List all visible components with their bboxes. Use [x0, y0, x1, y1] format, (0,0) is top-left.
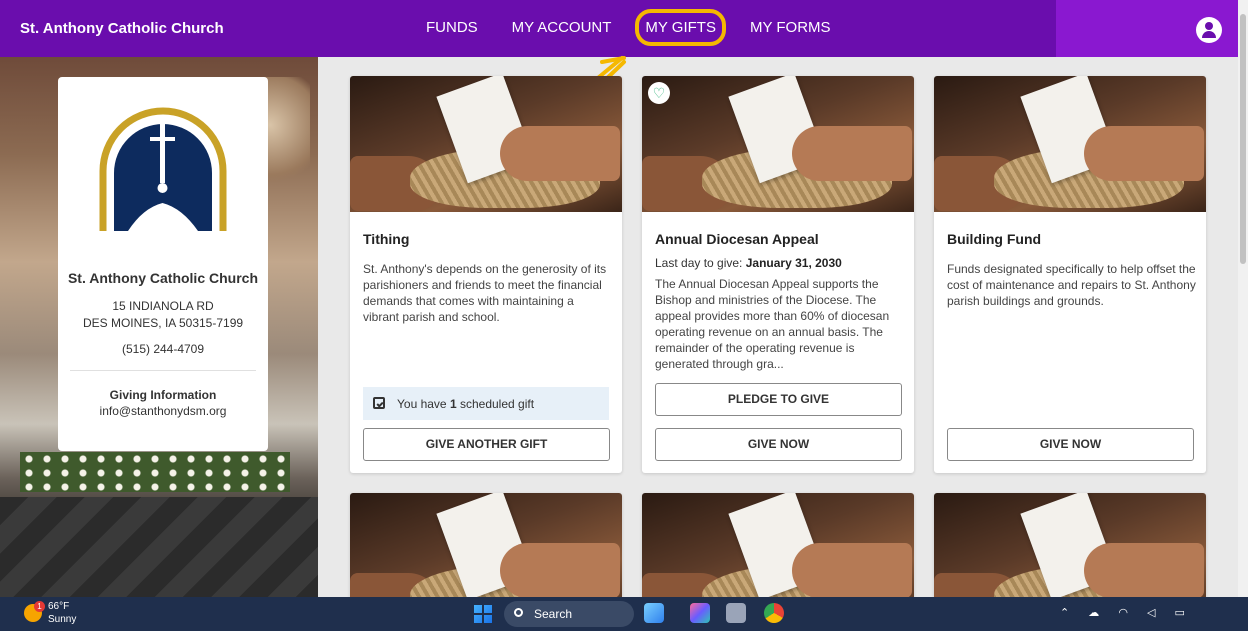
last-day-to-give: Last day to give: January 31, 2030	[655, 256, 842, 270]
fund-title: Building Fund	[947, 231, 1042, 247]
fund-photo	[934, 493, 1206, 613]
church-address-line1: 15 INDIANOLA RD	[112, 299, 214, 313]
nav-my-gifts[interactable]: MY GIFTS	[635, 9, 726, 46]
fund-title: Tithing	[363, 231, 410, 247]
last-day-label: Last day to give:	[655, 256, 746, 270]
fund-card[interactable]	[934, 493, 1206, 613]
weather-temperature[interactable]: 66°F	[48, 601, 69, 612]
scheduled-gift-notice[interactable]: You have 1 scheduled gift	[363, 387, 609, 420]
account-icon[interactable]	[1196, 17, 1222, 43]
photo-hand	[500, 126, 620, 181]
fund-description: The Annual Diocesan Appeal supports the …	[655, 277, 890, 371]
copilot-icon[interactable]	[690, 603, 710, 623]
brand-name[interactable]: St. Anthony Catholic Church	[20, 20, 224, 37]
fund-card[interactable]	[350, 493, 622, 613]
giving-info-heading: Giving Information	[109, 388, 217, 402]
nav-funds[interactable]: FUNDS	[426, 19, 478, 36]
photo-hand	[500, 543, 620, 598]
nav-my-account[interactable]: MY ACCOUNT	[512, 19, 612, 36]
church-email[interactable]: info@stanthonydsm.org	[58, 404, 268, 418]
page-scrollbar[interactable]	[1238, 0, 1248, 597]
system-tray[interactable]: ⌃ ☁ ◠ ◁ ▭	[1060, 606, 1193, 619]
give-another-gift-button[interactable]: GIVE ANOTHER GIFT	[363, 428, 610, 461]
photo-hand	[1084, 543, 1204, 598]
fund-card-diocesan-appeal: ♡ Annual Diocesan Appeal Last day to giv…	[642, 76, 914, 473]
heart-icon: ♡	[648, 82, 670, 104]
taskbar-search[interactable]: Search	[504, 601, 634, 627]
top-nav-bar: St. Anthony Catholic Church FUNDS MY ACC…	[0, 0, 1238, 57]
photo-hand	[1084, 126, 1204, 181]
weather-badge: 1	[34, 601, 45, 612]
fund-photo: ♡	[642, 76, 914, 212]
divider	[70, 370, 256, 371]
background-flowers	[20, 452, 290, 492]
give-now-button[interactable]: GIVE NOW	[947, 428, 1194, 461]
fund-description: St. Anthony's depends on the generosity …	[363, 262, 607, 324]
nav-my-forms[interactable]: MY FORMS	[750, 19, 831, 36]
scrollbar-thumb[interactable]	[1240, 14, 1246, 264]
chrome-icon[interactable]	[764, 603, 784, 623]
scheduled-suffix: scheduled gift	[456, 397, 535, 411]
search-icon	[514, 608, 523, 617]
weather-condition[interactable]: Sunny	[48, 614, 76, 625]
church-logo-icon	[99, 107, 227, 231]
taskbar-app-icon[interactable]	[644, 603, 664, 623]
fund-photo	[642, 493, 914, 613]
os-taskbar: 1 66°F Sunny Search ⌃ ☁ ◠ ◁ ▭	[0, 597, 1248, 631]
file-explorer-icon[interactable]	[726, 603, 746, 623]
church-address-line2: DES MOINES, IA 50315-7199	[82, 316, 244, 330]
calendar-check-icon	[373, 397, 385, 409]
scheduled-count: 1	[449, 397, 457, 411]
church-name: St. Anthony Catholic Church	[67, 270, 259, 286]
church-info-card: St. Anthony Catholic Church 15 INDIANOLA…	[58, 77, 268, 451]
fund-card-tithing: Tithing St. Anthony's depends on the gen…	[350, 76, 622, 473]
background-floor	[0, 497, 318, 597]
fund-title: Annual Diocesan Appeal	[655, 231, 819, 247]
main-menu: FUNDS MY ACCOUNT MY GIFTS MY FORMS	[426, 9, 865, 46]
fund-description: Funds designated specifically to help of…	[947, 262, 1196, 308]
taskbar-search-label: Search	[534, 607, 573, 621]
photo-hand	[792, 543, 912, 598]
fund-card-building-fund: Building Fund Funds designated specifica…	[934, 76, 1206, 473]
pledge-to-give-button[interactable]: PLEDGE TO GIVE	[655, 383, 902, 416]
fund-card[interactable]	[642, 493, 914, 613]
church-background-image: St. Anthony Catholic Church 15 INDIANOLA…	[0, 57, 318, 597]
scheduled-prefix: You have	[397, 397, 450, 411]
fund-photo	[350, 76, 622, 212]
photo-hand	[792, 126, 912, 181]
give-now-button[interactable]: GIVE NOW	[655, 428, 902, 461]
church-phone[interactable]: (515) 244-4709	[58, 342, 268, 356]
fund-photo	[350, 493, 622, 613]
fund-photo	[934, 76, 1206, 212]
start-button-icon[interactable]	[474, 605, 492, 623]
last-day-date: January 31, 2030	[745, 256, 842, 270]
